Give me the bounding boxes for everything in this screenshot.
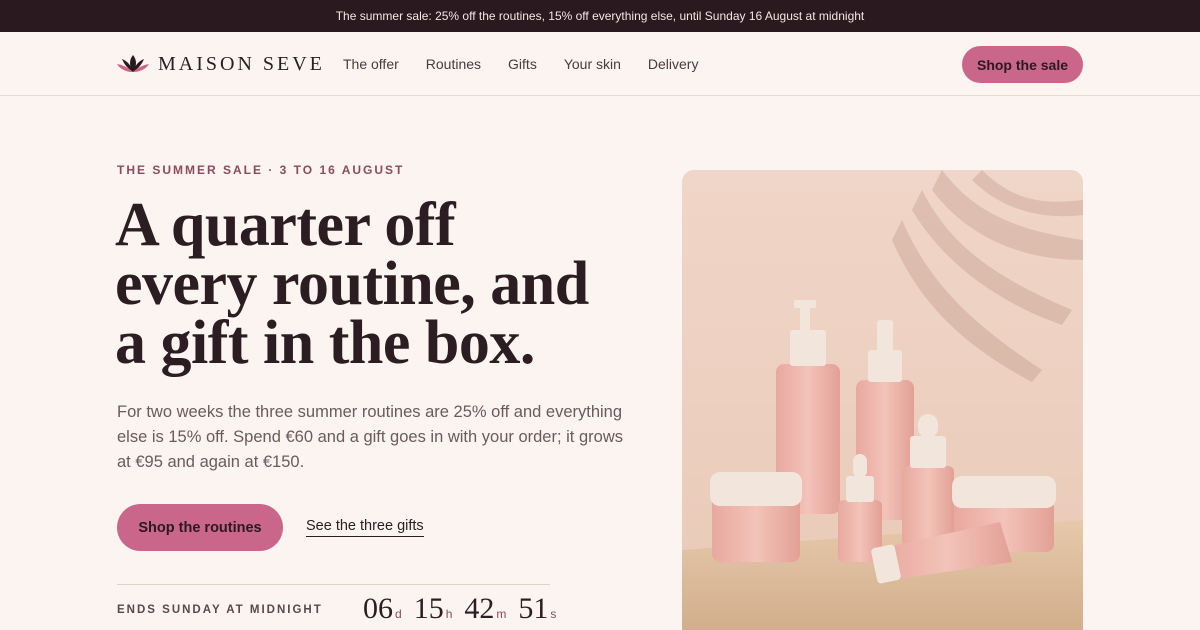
nav-link-your-skin[interactable]: Your skin xyxy=(564,56,621,72)
headline-line-3: a gift in the box. xyxy=(115,309,535,377)
announcement-text: The summer sale: 25% off the routines, 1… xyxy=(335,9,865,23)
nav-link-delivery[interactable]: Delivery xyxy=(648,56,699,72)
countdown-seconds: 51 xyxy=(518,592,549,625)
countdown-label: ENDS SUNDAY AT MIDNIGHT xyxy=(117,604,323,616)
hero-product-image xyxy=(682,170,1083,630)
lotus-icon xyxy=(117,55,149,72)
product-photo-illustration xyxy=(682,170,1083,630)
nav-link-routines[interactable]: Routines xyxy=(426,56,481,72)
countdown-days: 06 xyxy=(363,592,393,625)
countdown-seconds-unit: s xyxy=(550,607,557,621)
nav-link-gifts[interactable]: Gifts xyxy=(508,56,537,72)
brand-name: MAISON SEVE xyxy=(158,52,325,75)
hero-headline: A quarter off every routine, and a gift … xyxy=(115,191,635,377)
countdown-hours-unit: h xyxy=(445,607,453,621)
hero-body: For two weeks the three summer routines … xyxy=(117,403,623,471)
brand-logo[interactable]: MAISON SEVE xyxy=(116,52,325,76)
countdown-minutes: 42 xyxy=(464,592,495,625)
left-jar xyxy=(710,472,802,562)
see-gifts-link[interactable]: See the three gifts xyxy=(306,518,424,537)
hero-eyebrow: THE SUMMER SALE · 3 TO 16 AUGUST xyxy=(117,163,405,177)
countdown-hours: 15 xyxy=(413,592,444,625)
shop-sale-button[interactable]: Shop the sale xyxy=(962,46,1083,83)
announcement-bar: The summer sale: 25% off the routines, 1… xyxy=(0,0,1200,32)
headline-line-1: A quarter off xyxy=(115,191,456,259)
nav-links: The offer Routines Gifts Your skin Deliv… xyxy=(343,32,725,96)
countdown-timer: 06 d 15 h 42 m 51 s xyxy=(363,592,568,626)
nav-link-offer[interactable]: The offer xyxy=(343,56,399,72)
countdown-minutes-unit: m xyxy=(496,607,507,621)
countdown-days-unit: d xyxy=(395,607,402,621)
headline-line-2: every routine, and xyxy=(115,250,589,318)
countdown-divider xyxy=(117,584,550,585)
header-nav: MAISON SEVE The offer Routines Gifts You… xyxy=(0,32,1200,96)
shop-routines-button[interactable]: Shop the routines xyxy=(117,504,283,551)
